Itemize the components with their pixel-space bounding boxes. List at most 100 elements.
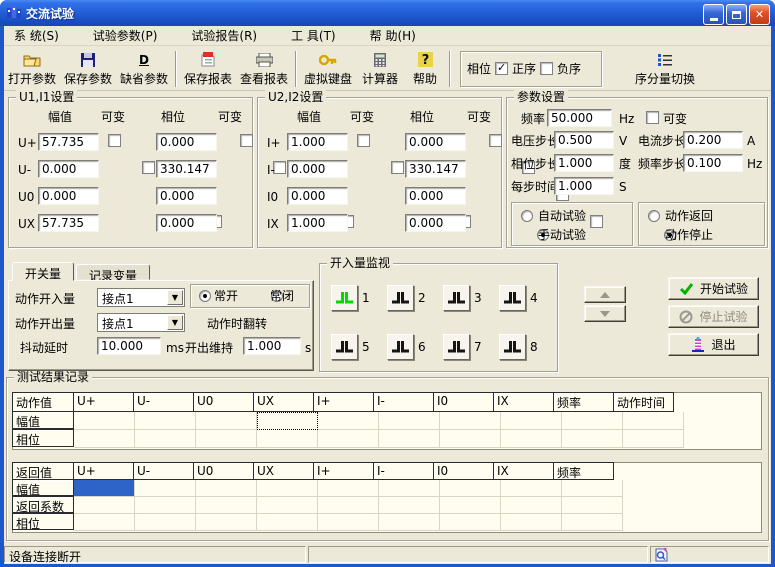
negative-seq-checkbox[interactable] (540, 62, 553, 75)
table-cell[interactable] (318, 430, 379, 448)
contact-channel-3-button[interactable] (443, 285, 470, 311)
u-plus-amp-field[interactable] (38, 133, 99, 151)
i-plus-phase-var-checkbox[interactable] (489, 134, 502, 147)
i-plus-amp-var-checkbox[interactable] (357, 134, 370, 147)
table-cell[interactable] (318, 412, 379, 430)
positive-seq-checkbox[interactable] (495, 62, 508, 75)
menu-tools[interactable]: 工 具(T) (281, 25, 346, 46)
menu-test-params[interactable]: 试验参数(P) (83, 25, 168, 46)
table-cell[interactable] (440, 412, 501, 430)
ux-amp-field[interactable] (38, 214, 99, 232)
output-hold-field[interactable] (243, 337, 301, 355)
table-cell[interactable] (318, 480, 379, 497)
virtual-keyboard-button[interactable]: 虚拟键盘 (300, 49, 356, 89)
table-cell[interactable] (623, 430, 684, 448)
action-return-radio[interactable] (648, 210, 660, 222)
view-report-button[interactable]: 查看报表 (236, 49, 292, 89)
table-cell[interactable] (562, 412, 623, 430)
open-params-button[interactable]: 打开参数 (4, 49, 60, 89)
i-plus-phase-field[interactable] (405, 133, 466, 151)
table-cell[interactable] (562, 497, 623, 514)
up-button[interactable] (584, 286, 626, 303)
save-params-button[interactable]: 保存参数 (60, 49, 116, 89)
current-step-field[interactable] (683, 131, 743, 149)
chevron-down-icon[interactable]: ▼ (167, 290, 183, 305)
table-cell[interactable] (135, 497, 196, 514)
i0-phase-field[interactable] (405, 187, 466, 205)
table-cell[interactable] (379, 497, 440, 514)
table-cell[interactable] (318, 514, 379, 531)
u-plus-amp-var-checkbox[interactable] (108, 134, 121, 147)
down-button[interactable] (584, 305, 626, 322)
i0-amp-field[interactable] (287, 187, 348, 205)
table-cell[interactable] (379, 430, 440, 448)
table-cell[interactable] (379, 480, 440, 497)
i-minus-amp-var-checkbox[interactable] (391, 161, 404, 174)
contact-channel-4-button[interactable] (499, 285, 526, 311)
table-cell[interactable] (257, 412, 318, 430)
table-cell[interactable] (379, 412, 440, 430)
close-button[interactable]: ✕ (749, 4, 770, 25)
table-cell[interactable] (501, 430, 562, 448)
table-cell[interactable] (74, 412, 135, 430)
table-cell[interactable] (74, 514, 135, 531)
table-cell[interactable] (74, 497, 135, 514)
table-cell[interactable] (135, 480, 196, 497)
table-cell[interactable] (196, 480, 257, 497)
table-cell[interactable] (135, 430, 196, 448)
action-output-combobox[interactable]: 接点1 ▼ (97, 313, 185, 332)
debounce-delay-field[interactable] (97, 337, 161, 355)
table-cell[interactable] (440, 430, 501, 448)
table-cell[interactable] (440, 480, 501, 497)
phase-step-field[interactable] (554, 154, 614, 172)
seq-component-switch-button[interactable]: 序分量切换 (622, 49, 708, 89)
table-cell[interactable] (257, 430, 318, 448)
default-params-button[interactable]: D 缺省参数 (116, 49, 172, 89)
table-cell[interactable] (501, 480, 562, 497)
table-cell[interactable] (135, 412, 196, 430)
menu-help[interactable]: 帮 助(H) (360, 25, 426, 46)
auto-test-radio[interactable] (521, 210, 533, 222)
table-cell[interactable] (501, 514, 562, 531)
table-cell[interactable] (440, 497, 501, 514)
table-cell[interactable] (623, 412, 684, 430)
table-cell[interactable] (562, 480, 623, 497)
contact-channel-8-button[interactable] (499, 334, 526, 360)
u-minus-phase-field[interactable] (156, 160, 217, 178)
table-cell[interactable] (257, 480, 318, 497)
chevron-down-icon[interactable]: ▼ (167, 315, 183, 330)
u0-amp-field[interactable] (38, 187, 99, 205)
voltage-step-field[interactable] (554, 131, 614, 149)
table-cell[interactable] (440, 514, 501, 531)
table-cell[interactable] (135, 514, 196, 531)
table-cell[interactable] (196, 514, 257, 531)
i-minus-phase-field[interactable] (405, 160, 466, 178)
u0-phase-field[interactable] (156, 187, 217, 205)
help-button[interactable]: ? 帮助 (404, 49, 446, 89)
frequency-field[interactable] (547, 109, 612, 127)
contact-channel-2-button[interactable] (387, 285, 414, 311)
stop-test-button[interactable]: 停止试验 (668, 305, 759, 328)
u-plus-phase-field[interactable] (156, 133, 217, 151)
save-report-button[interactable]: 保存报表 (180, 49, 236, 89)
table-cell[interactable] (196, 430, 257, 448)
contact-channel-1-button[interactable] (331, 285, 358, 311)
i-plus-amp-field[interactable] (287, 133, 348, 151)
exit-button[interactable]: 退出 (668, 333, 759, 356)
normally-open-radio[interactable] (199, 290, 211, 302)
table-cell[interactable] (257, 497, 318, 514)
table-cell[interactable] (74, 480, 135, 497)
table-cell[interactable] (196, 412, 257, 430)
table-cell[interactable] (318, 497, 379, 514)
contact-channel-6-button[interactable] (387, 334, 414, 360)
table-cell[interactable] (74, 430, 135, 448)
minimize-button[interactable] (703, 4, 724, 25)
contact-channel-7-button[interactable] (443, 334, 470, 360)
table-cell[interactable] (501, 497, 562, 514)
table-cell[interactable] (562, 430, 623, 448)
freq-step-field[interactable] (683, 154, 743, 172)
tab-switch-quantity[interactable]: 开关量 (12, 262, 74, 281)
i-minus-amp-field[interactable] (287, 160, 348, 178)
table-cell[interactable] (562, 514, 623, 531)
table-cell[interactable] (501, 412, 562, 430)
